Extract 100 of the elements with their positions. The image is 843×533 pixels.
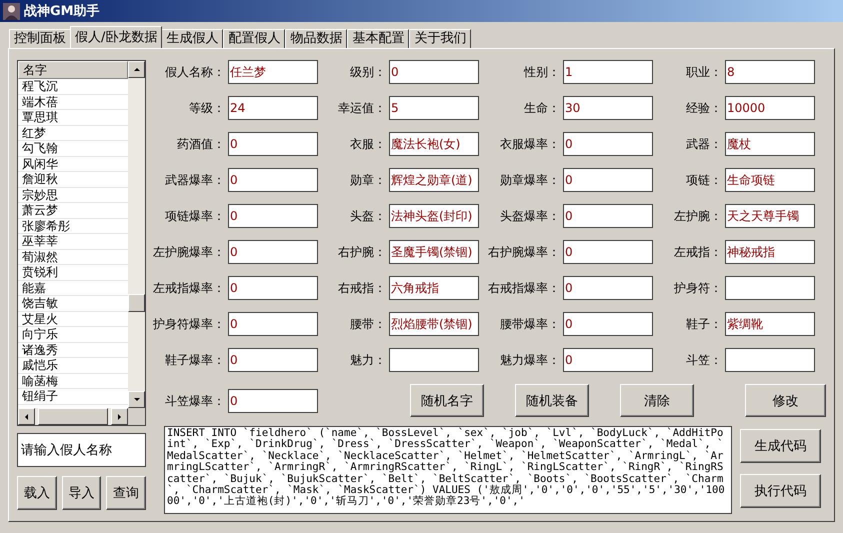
scroll-thumb[interactable] <box>38 408 108 425</box>
field-label: 等级： <box>188 100 226 117</box>
text-field[interactable]: 魔法长袍(女) <box>389 132 479 156</box>
field-label: 武器： <box>685 136 723 153</box>
text-field[interactable] <box>725 276 815 300</box>
field-label: 勋章： <box>349 172 387 189</box>
field-label: 鞋子爆率： <box>164 352 226 369</box>
field-label: 右戒指： <box>337 280 387 297</box>
right-arrow-icon <box>115 412 124 421</box>
tab[interactable]: 控制面板 <box>9 29 71 48</box>
action-button[interactable]: 随机装备 <box>515 384 589 417</box>
field-label: 左戒指： <box>673 244 723 261</box>
text-field[interactable]: 生命项链 <box>725 168 815 192</box>
field-label: 魅力： <box>349 352 387 369</box>
field-label: 勋章爆率： <box>499 172 561 189</box>
text-field[interactable]: 0 <box>228 132 318 156</box>
column-header[interactable]: 名字 <box>18 61 128 79</box>
tab[interactable]: 关于我们 <box>409 29 472 48</box>
text-field[interactable]: 0 <box>228 348 318 372</box>
field-label: 鞋子： <box>685 316 723 333</box>
text-field[interactable]: 圣魔手镯(禁锢) <box>389 240 479 264</box>
field-label: 左护腕： <box>673 208 723 225</box>
scrollbar-corner <box>128 408 145 425</box>
text-field[interactable]: 24 <box>228 96 318 120</box>
field-label: 护身符爆率： <box>152 316 226 333</box>
tab[interactable]: 配置假人 <box>223 29 286 48</box>
field-label: 腰带爆率： <box>499 316 561 333</box>
tab[interactable]: 基本配置 <box>347 29 410 48</box>
text-field[interactable]: 0 <box>563 168 653 192</box>
field-label: 魅力爆率： <box>499 352 561 369</box>
sql-code-box[interactable]: INSERT INTO `fieldhero` (`name`, `BossLevel`, `sex`, `job`, `Lvl`, `BodyLuck`, `AddHitPoint`, `Exp`, `DrinkDrug`, `Dress`, `DressScatter`, `Weapon`, `WeaponScatter`, `Medal`, `MedalScatter`, `Necklace`, `NecklaceScatter`, `Helmet`, `HelmetScatter`, `ArmringL`, `ArmringLScatter`, `ArmringR`, `ArmringRScatter`, `RingL`, `RingLScatter`, `RingR`, `RingRScatter`, `Bujuk`, `BujukScatter`, `Belt`, `BeltScatter`, `Boots`, `BootsScatter`, `Charm`, `CharmScatter`, `Mask`, `MaskScatter`) VALUES ('敖成周','0','0','0','55','5','30','10000','0','上古道袍(封)','0','斩马刀','0','荣誉勋章23号','0',' <box>164 426 732 514</box>
tab[interactable]: 生成假人 <box>161 29 224 48</box>
text-field[interactable]: 0 <box>563 132 653 156</box>
field-label: 右护腕： <box>337 244 387 261</box>
name-input-field[interactable]: 请输入假人名称 <box>17 433 146 467</box>
scroll-arrow-button[interactable] <box>18 408 35 425</box>
text-field[interactable]: 1 <box>563 60 653 84</box>
text-field[interactable]: 0 <box>563 204 653 228</box>
text-field[interactable]: 0 <box>228 388 318 412</box>
field-label: 项链爆率： <box>164 208 226 225</box>
field-label: 斗笠： <box>685 352 723 369</box>
text-field[interactable] <box>725 348 815 372</box>
text-field[interactable]: 法神头盔(封印) <box>389 204 479 228</box>
field-label: 生命： <box>523 100 561 117</box>
field-label: 腰带： <box>349 316 387 333</box>
text-field[interactable]: 0 <box>228 312 318 336</box>
tab[interactable]: 假人/卧龙数据 <box>70 26 162 48</box>
text-field[interactable]: 10000 <box>725 96 815 120</box>
text-field[interactable]: 任兰梦 <box>228 60 318 84</box>
text-field[interactable]: 魔杖 <box>725 132 815 156</box>
field-label: 级别： <box>349 64 387 81</box>
field-label: 职业： <box>685 64 723 81</box>
text-field[interactable]: 烈焰腰带(禁锢) <box>389 312 479 336</box>
code-button[interactable]: 执行代码 <box>740 474 821 508</box>
scroll-thumb[interactable] <box>128 294 145 312</box>
text-field[interactable]: 紫绸靴 <box>725 312 815 336</box>
scroll-arrow-button[interactable] <box>128 391 145 408</box>
field-label: 左戒指爆率： <box>152 280 226 297</box>
field-label: 药酒值： <box>176 136 226 153</box>
horizontal-scrollbar[interactable] <box>18 408 128 425</box>
text-field[interactable]: 0 <box>563 348 653 372</box>
text-field[interactable]: 0 <box>228 204 318 228</box>
field-label: 衣服爆率： <box>499 136 561 153</box>
action-button[interactable]: 随机名字 <box>410 384 484 417</box>
text-field[interactable]: 0 <box>563 276 653 300</box>
text-field[interactable]: 0 <box>563 312 653 336</box>
vertical-scrollbar[interactable] <box>128 61 145 408</box>
text-field[interactable]: 5 <box>389 96 479 120</box>
text-field[interactable]: 0 <box>563 240 653 264</box>
text-field[interactable]: 0 <box>228 240 318 264</box>
text-field[interactable] <box>389 348 479 372</box>
field-label: 项链： <box>685 172 723 189</box>
action-button[interactable]: 清除 <box>620 384 694 417</box>
field-label: 衣服： <box>349 136 387 153</box>
down-arrow-icon <box>132 395 141 404</box>
field-label: 幸运值： <box>337 100 387 117</box>
field-label: 左护腕爆率： <box>152 244 226 261</box>
text-field[interactable]: 0 <box>228 168 318 192</box>
tab[interactable]: 物品数据 <box>285 29 348 48</box>
field-label: 护身符： <box>673 280 723 297</box>
action-button[interactable]: 修改 <box>745 384 826 417</box>
field-label: 头盔： <box>349 208 387 225</box>
text-field[interactable]: 8 <box>725 60 815 84</box>
scroll-arrow-button[interactable] <box>128 61 145 78</box>
field-label: 经验： <box>685 100 723 117</box>
text-field[interactable]: 0 <box>389 60 479 84</box>
text-field[interactable]: 天之天尊手镯 <box>725 204 815 228</box>
list-action-button[interactable]: 查询 <box>106 476 146 510</box>
text-field[interactable]: 30 <box>563 96 653 120</box>
code-button[interactable]: 生成代码 <box>740 429 821 463</box>
text-field[interactable]: 神秘戒指 <box>725 240 815 264</box>
list-action-button[interactable]: 载入 <box>17 476 57 510</box>
scroll-arrow-button[interactable] <box>111 408 128 425</box>
list-action-button[interactable]: 导入 <box>62 476 102 510</box>
field-label: 右护腕爆率： <box>487 244 561 261</box>
text-field[interactable]: 辉煌之勋章(道) <box>389 168 479 192</box>
up-arrow-icon <box>132 65 141 74</box>
text-field[interactable]: 六角戒指 <box>389 276 479 300</box>
field-label: 假人名称： <box>164 64 226 81</box>
text-field[interactable]: 0 <box>228 276 318 300</box>
